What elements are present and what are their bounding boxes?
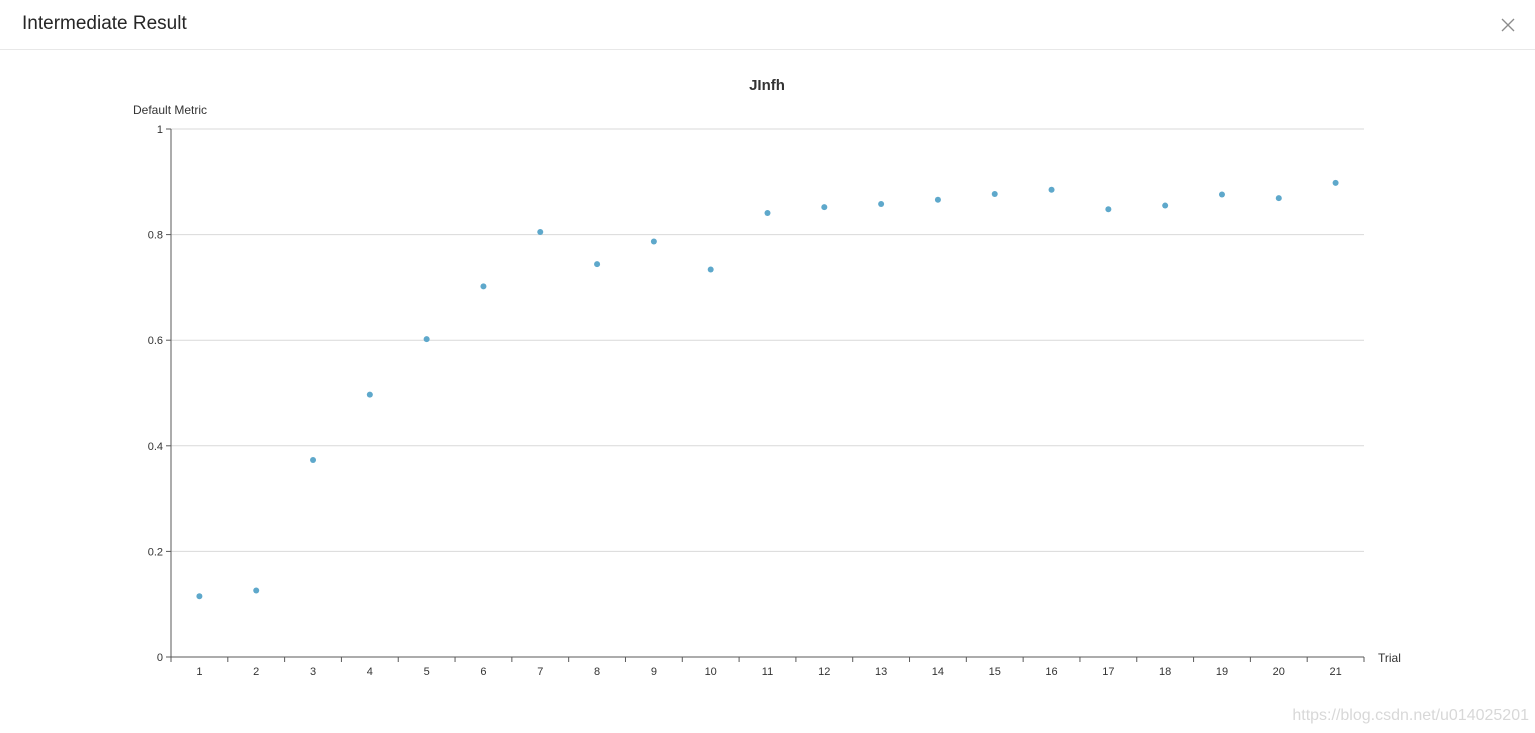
- x-tick-label: 19: [1216, 666, 1228, 678]
- x-tick-label: 3: [310, 666, 316, 678]
- x-tick-label: 18: [1159, 666, 1171, 678]
- x-tick-label: 1: [196, 666, 202, 678]
- x-tick-label: 6: [480, 666, 486, 678]
- y-tick-label: 0.2: [148, 546, 163, 558]
- y-axis-label: Default Metric: [133, 103, 207, 117]
- x-tick-label: 10: [705, 666, 717, 678]
- data-point: [707, 266, 714, 273]
- data-point: [1162, 202, 1169, 209]
- x-tick-label: 12: [818, 666, 830, 678]
- watermark: https://blog.csdn.net/u014025201: [1292, 707, 1529, 724]
- intermediate-result-modal: Intermediate Result JInfh Default Metric…: [0, 0, 1535, 733]
- x-tick-label: 7: [537, 666, 543, 678]
- modal-title: Intermediate Result: [22, 13, 187, 34]
- y-tick-label: 0.6: [148, 335, 163, 347]
- data-point: [537, 228, 544, 235]
- modal-header: Intermediate Result: [0, 0, 1535, 50]
- x-tick-label: 15: [989, 666, 1001, 678]
- y-tick-label: 0.4: [148, 441, 163, 453]
- data-point: [650, 238, 657, 245]
- data-point: [310, 457, 317, 464]
- x-tick-label: 21: [1329, 666, 1341, 678]
- x-tick-label: 9: [651, 666, 657, 678]
- data-point: [934, 196, 941, 203]
- data-point: [480, 283, 487, 290]
- data-point: [1218, 191, 1225, 198]
- data-point: [366, 391, 373, 398]
- y-tick-label: 0.8: [148, 230, 163, 242]
- data-points: [196, 179, 1339, 600]
- data-point: [991, 190, 998, 197]
- data-point: [1048, 186, 1055, 193]
- x-tick-label: 13: [875, 666, 887, 678]
- x-tick-label: 16: [1045, 666, 1057, 678]
- x-tick-label: 8: [594, 666, 600, 678]
- y-tick-label: 1: [157, 124, 163, 136]
- data-point: [253, 587, 260, 594]
- data-point: [821, 204, 828, 211]
- x-axis-label: Trial: [1378, 651, 1401, 665]
- data-point: [1105, 206, 1112, 213]
- y-tick-label: 0: [157, 652, 163, 664]
- chart-title: JInfh: [749, 77, 785, 94]
- x-tick-label: 14: [932, 666, 944, 678]
- data-point: [1332, 179, 1339, 186]
- grid-lines: [171, 128, 1364, 552]
- chart-container: JInfh Default Metric Trial 0 0.2 0.4 0.6 0.8…: [0, 51, 1535, 733]
- data-point: [594, 261, 601, 268]
- scatter-chart: JInfh Default Metric Trial 0 0.2 0.4 0.6 0.8…: [133, 77, 1401, 678]
- axes: [170, 129, 1364, 658]
- x-tick-label: 17: [1102, 666, 1114, 678]
- data-point: [423, 336, 430, 343]
- data-point: [878, 200, 885, 207]
- data-point: [196, 593, 203, 600]
- x-tick-label: 11: [762, 666, 773, 678]
- x-ticks: 1 2 3 4 5 6 7 8 9 10 11 12 13 14 15 16 17 18 19 20 21: [170, 657, 1365, 678]
- x-tick-label: 4: [367, 666, 373, 678]
- data-point: [1275, 195, 1282, 202]
- x-tick-label: 5: [424, 666, 430, 678]
- data-point: [764, 209, 771, 216]
- y-ticks: 0 0.2 0.4 0.6 0.8 1: [148, 124, 171, 664]
- x-tick-label: 20: [1273, 666, 1285, 678]
- x-tick-label: 2: [253, 666, 259, 678]
- close-icon[interactable]: [1499, 16, 1517, 34]
